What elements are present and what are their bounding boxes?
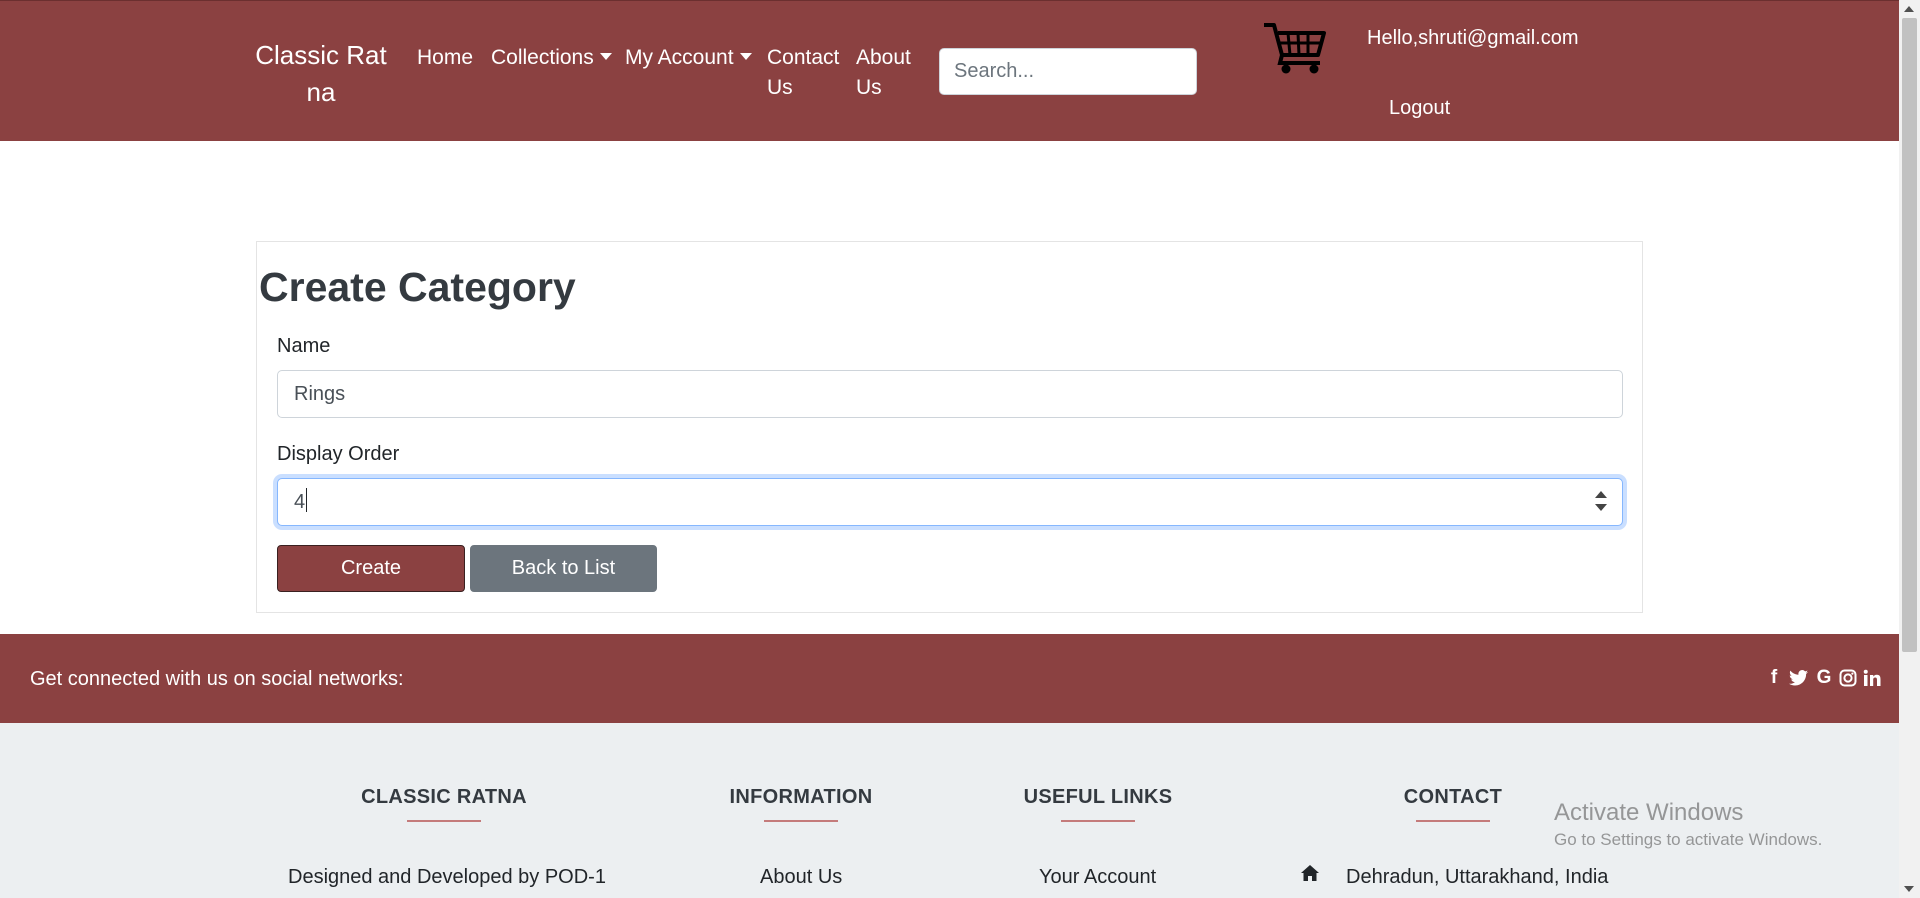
home-icon bbox=[1301, 865, 1319, 881]
display-order-label: Display Order bbox=[277, 443, 400, 465]
nav-about-us[interactable]: About Us bbox=[856, 43, 922, 103]
footer-heading: USEFUL LINKS bbox=[1023, 786, 1173, 808]
footer-heading: CONTACT bbox=[1403, 786, 1503, 808]
top-navbar: Classic Ratna Home Collections My Accoun… bbox=[0, 0, 1899, 141]
scrollbar-thumb[interactable] bbox=[1902, 18, 1917, 652]
footer-divider bbox=[1416, 820, 1490, 822]
name-input[interactable]: Rings bbox=[277, 370, 1623, 418]
footer-divider bbox=[764, 820, 838, 822]
caret-down-icon bbox=[599, 53, 612, 60]
facebook-icon[interactable]: f bbox=[1765, 666, 1783, 690]
scroll-up-icon[interactable] bbox=[1904, 6, 1914, 12]
nav-collections-dropdown[interactable]: Collections bbox=[491, 43, 612, 73]
footer-contact-address: Dehradun, Uttarakhand, India bbox=[1346, 866, 1609, 888]
name-label: Name bbox=[277, 335, 331, 357]
footer-link-about-us[interactable]: About Us bbox=[760, 863, 842, 891]
user-greeting[interactable]: Hello,shruti@gmail.com bbox=[1367, 23, 1578, 53]
activate-windows-subtitle: Go to Settings to activate Windows. bbox=[1554, 830, 1823, 849]
create-category-card: Create Category Name Rings Display Order… bbox=[256, 241, 1643, 613]
activate-windows-title: Activate Windows bbox=[1554, 799, 1744, 826]
nav-my-account-label: My Account bbox=[625, 46, 734, 69]
footer-col-useful-links: USEFUL LINKS bbox=[998, 783, 1198, 822]
text-cursor bbox=[306, 488, 308, 512]
logout-link[interactable]: Logout bbox=[1389, 93, 1450, 123]
nav-collections-label: Collections bbox=[491, 46, 594, 69]
shopping-cart-icon[interactable] bbox=[1262, 19, 1328, 75]
footer-divider bbox=[1061, 820, 1135, 822]
number-spinner[interactable] bbox=[1594, 491, 1608, 515]
display-order-input[interactable]: 4 bbox=[277, 478, 1623, 526]
caret-down-icon bbox=[739, 53, 752, 60]
brand-logo[interactable]: Classic Ratna bbox=[250, 37, 392, 111]
back-to-list-button[interactable]: Back to List bbox=[470, 545, 657, 592]
footer-credit-text: Designed and Developed by POD-1 bbox=[288, 866, 606, 888]
social-icons: f G bbox=[1765, 666, 1881, 690]
linkedin-icon[interactable] bbox=[1863, 669, 1881, 687]
social-band: Get connected with us on social networks… bbox=[0, 634, 1899, 723]
nav-contact-us[interactable]: Contact Us bbox=[767, 43, 843, 103]
footer-heading: CLASSIC RATNA bbox=[361, 786, 527, 808]
display-order-value: 4 bbox=[294, 491, 306, 513]
scroll-down-icon[interactable] bbox=[1904, 886, 1914, 892]
search-input[interactable] bbox=[939, 48, 1197, 95]
nav-home[interactable]: Home bbox=[417, 43, 473, 73]
instagram-icon[interactable] bbox=[1839, 669, 1857, 687]
footer-divider bbox=[407, 820, 481, 822]
footer-link-your-account[interactable]: Your Account bbox=[1039, 863, 1156, 891]
name-input-value: Rings bbox=[294, 383, 346, 405]
nav-my-account-dropdown[interactable]: My Account bbox=[625, 43, 752, 73]
google-icon[interactable]: G bbox=[1815, 666, 1833, 690]
footer-col-information: INFORMATION bbox=[701, 783, 901, 822]
spinner-up-icon[interactable] bbox=[1595, 491, 1607, 498]
create-button[interactable]: Create bbox=[277, 545, 465, 592]
footer-heading: INFORMATION bbox=[729, 786, 873, 808]
footer-col-classic-ratna: CLASSIC RATNA bbox=[344, 783, 544, 822]
page-scrollbar[interactable] bbox=[1899, 0, 1920, 898]
page-title: Create Category bbox=[259, 264, 576, 310]
footer-col-contact: CONTACT bbox=[1353, 783, 1553, 822]
social-text: Get connected with us on social networks… bbox=[30, 668, 404, 690]
twitter-icon[interactable] bbox=[1789, 669, 1809, 687]
spinner-down-icon[interactable] bbox=[1595, 504, 1607, 511]
